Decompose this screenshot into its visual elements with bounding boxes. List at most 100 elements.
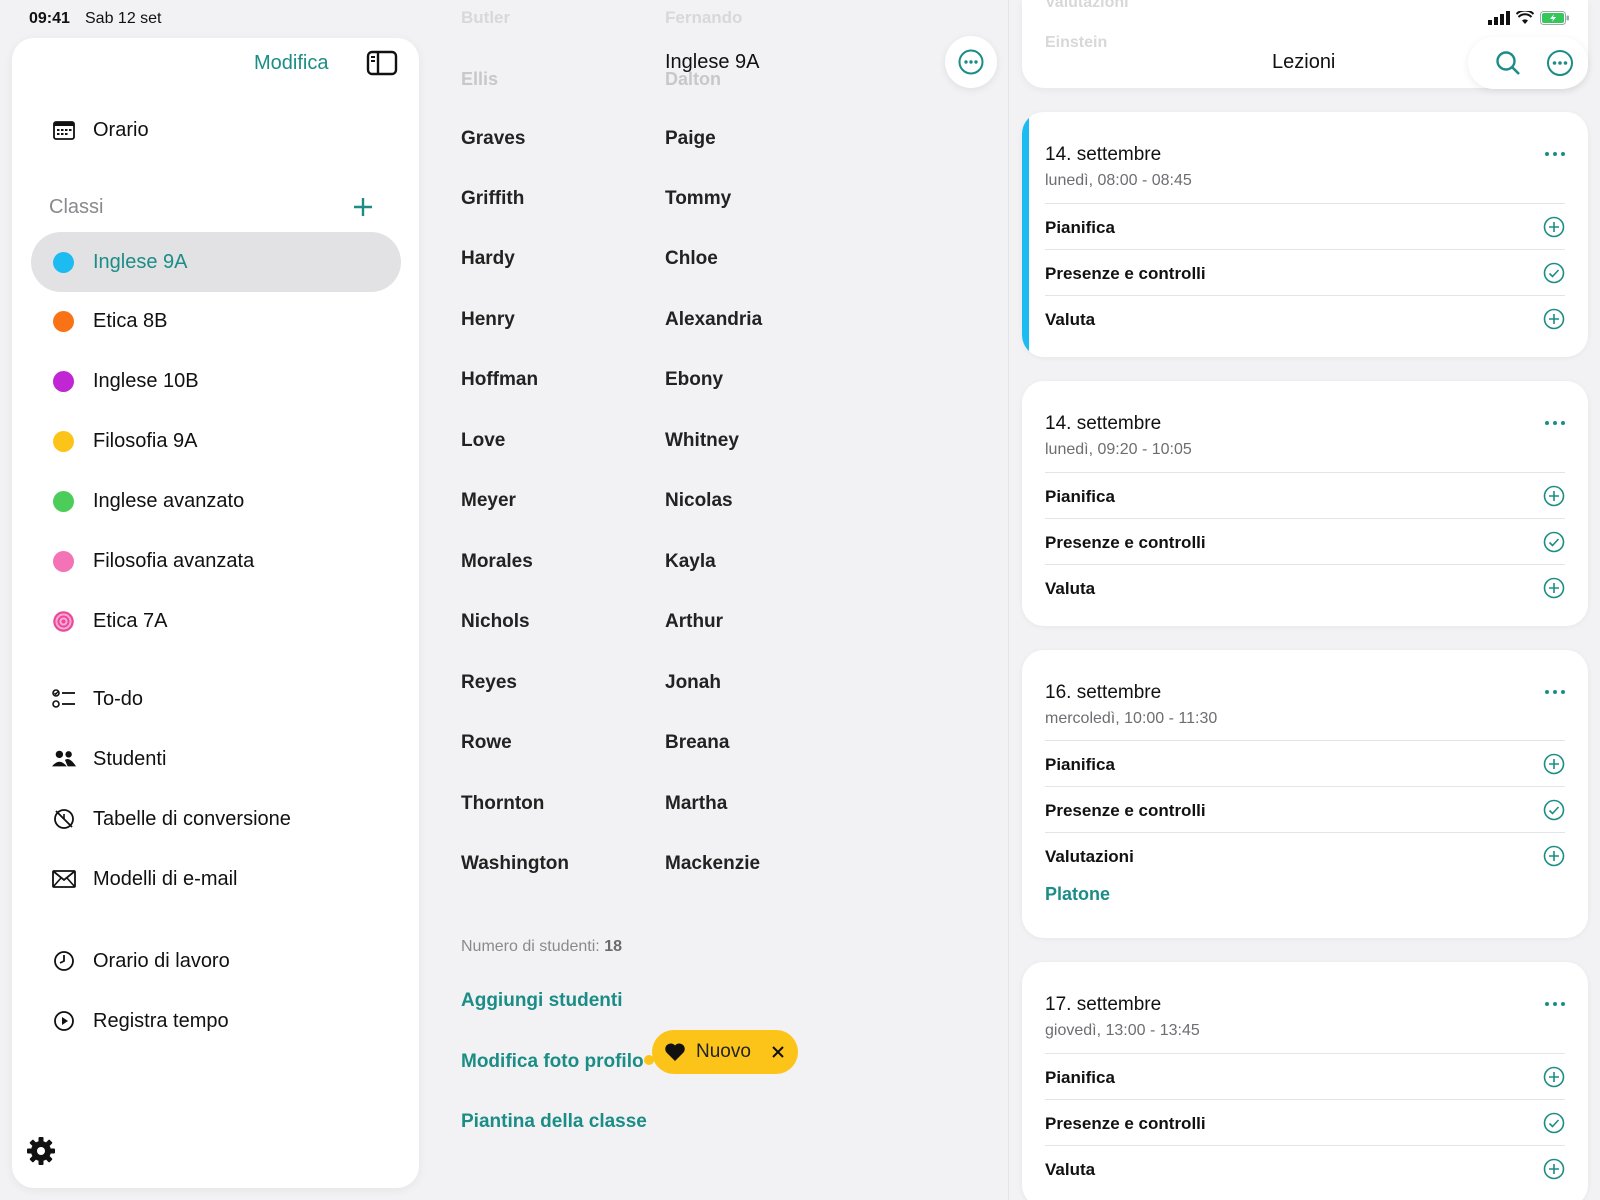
student-row[interactable]: Thornton Martha [461,785,941,825]
lesson-row-label: Presenze e controlli [1045,1114,1206,1133]
lesson-row-presenze[interactable]: Presenze e controlli [1045,786,1565,832]
gear-icon[interactable] [26,1136,56,1166]
more-dots-icon[interactable] [1542,682,1568,702]
check-circle-icon [1543,799,1565,821]
student-last-name: Reyes [461,672,517,693]
student-row[interactable]: Rowe Breana [461,724,941,764]
wifi-icon [1516,11,1534,24]
lesson-time: lunedì, 08:00 - 08:45 [1045,172,1192,189]
lesson-date: 14. settembre [1045,144,1162,165]
calendar-icon [52,118,76,142]
sidebar-item-todo[interactable]: To-do [12,671,419,727]
student-row[interactable]: Washington Mackenzie [461,845,941,885]
student-row[interactable]: Morales Kayla [461,543,941,583]
student-last-name: Morales [461,551,533,572]
more-circle-icon[interactable] [1546,49,1574,77]
clock-icon [52,949,76,973]
class-item-inglese-avanzato[interactable]: Inglese avanzato [31,471,401,531]
student-row[interactable]: Graves Paige [461,120,941,160]
lesson-row-presenze[interactable]: Presenze e controlli [1045,518,1565,564]
lesson-row-label: Valuta [1045,310,1096,329]
lesson-date: 14. settembre [1045,413,1162,434]
class-item-etica-8b[interactable]: Etica 8B [31,291,401,351]
lessons-title: Lezioni [1272,51,1336,73]
lesson-row-label: Pianifica [1045,487,1115,506]
student-last-name: Rowe [461,732,512,753]
lesson-row-pianifica[interactable]: Pianifica [1045,472,1565,518]
sidebar-toggle-icon[interactable] [366,50,398,76]
sidebar-item-registra-tempo[interactable]: Registra tempo [12,993,419,1049]
lesson-time: mercoledì, 10:00 - 11:30 [1045,710,1218,727]
more-dots-icon[interactable] [1542,994,1568,1014]
lesson-row-pianifica[interactable]: Pianifica [1045,1053,1565,1099]
class-item-inglese-10b[interactable]: Inglese 10B [31,351,401,411]
student-row[interactable]: Love Whitney [461,422,941,462]
lesson-row-label: Valutazioni [1045,847,1134,866]
class-item-filosofia-9a[interactable]: Filosofia 9A [31,411,401,471]
class-more-button[interactable] [945,36,997,88]
student-last-name: Love [461,430,506,451]
student-last-name: Meyer [461,490,516,511]
add-students-link[interactable]: Aggiungi studenti [461,990,622,1012]
new-feature-badge[interactable]: Nuovo [652,1030,798,1074]
student-first-name: Paige [665,128,716,149]
student-last-name: Thornton [461,793,545,814]
plus-circle-icon [1543,1066,1565,1088]
class-item-filosofia-avanzata[interactable]: Filosofia avanzata [31,531,401,591]
heart-icon [665,1043,685,1061]
sidebar-item-studenti[interactable]: Studenti [12,731,419,787]
class-item-etica-7a[interactable]: Etica 7A [31,591,401,651]
edit-profile-photo-link[interactable]: Modifica foto profilo [461,1051,644,1073]
sidebar-item-label: Tabelle di conversione [93,807,291,830]
student-first-name: Kayla [665,551,716,572]
student-first-name: Jonah [665,672,721,693]
student-row[interactable]: Griffith Tommy [461,180,941,220]
more-dots-icon[interactable] [1542,413,1568,433]
class-item-inglese-9a[interactable]: Inglese 9A [31,232,401,292]
seating-plan-link[interactable]: Piantina della classe [461,1111,647,1133]
edit-button[interactable]: Modifica [254,52,328,75]
student-last-name: Graves [461,128,526,149]
add-class-icon[interactable] [349,193,377,221]
lesson-row-pianifica[interactable]: Pianifica [1045,203,1565,249]
student-row[interactable]: Reyes Jonah [461,664,941,704]
close-icon[interactable] [769,1043,787,1061]
lesson-row-label: Pianifica [1045,218,1115,237]
student-row[interactable]: Hardy Chloe [461,240,941,280]
lesson-row-valuta[interactable]: Valuta [1045,1145,1565,1191]
class-color-dot [53,550,74,572]
lesson-card[interactable]: 14. settembre lunedì, 09:20 - 10:05 Pian… [1022,381,1588,626]
more-dots-icon[interactable] [1542,144,1568,164]
sidebar-item-modelli-email[interactable]: Modelli di e-mail [12,851,419,907]
sidebar-item-orario-lavoro[interactable]: Orario di lavoro [12,933,419,989]
lesson-card[interactable]: 14. settembre lunedì, 08:00 - 08:45 Pian… [1022,112,1588,357]
lesson-row-valuta[interactable]: Valuta [1045,564,1565,610]
play-icon [52,1009,76,1033]
lesson-row-presenze[interactable]: Presenze e controlli [1045,1099,1565,1145]
student-first-name: Martha [665,793,728,814]
plus-circle-icon [1543,308,1565,330]
lesson-row-pianifica[interactable]: Pianifica [1045,740,1565,786]
lesson-card[interactable]: 16. settembre mercoledì, 10:00 - 11:30 P… [1022,650,1588,938]
sidebar-item-orario[interactable]: Orario [12,102,419,158]
class-label: Inglese avanzato [93,489,245,512]
lesson-time: lunedì, 09:20 - 10:05 [1045,441,1192,458]
lesson-row-label: Pianifica [1045,1068,1115,1087]
student-row[interactable]: Henry Alexandria [461,301,941,341]
sidebar-item-tabelle[interactable]: Tabelle di conversione [12,791,419,847]
ghost-lesson-text: Einstein [1045,34,1108,51]
assessment-link-platone[interactable]: Platone [1045,884,1110,905]
lesson-card[interactable]: 17. settembre giovedì, 13:00 - 13:45 Pia… [1022,962,1588,1200]
student-row[interactable]: Nichols Arthur [461,603,941,643]
student-row[interactable]: Meyer Nicolas [461,482,941,522]
student-row[interactable]: Hoffman Ebony [461,361,941,401]
lesson-row-valuta[interactable]: Valuta [1045,295,1565,341]
search-icon[interactable] [1494,49,1522,77]
status-time: 09:41 [29,10,70,27]
lesson-accent-bar [1022,112,1029,357]
lesson-row-valutazioni[interactable]: Valutazioni [1045,832,1565,878]
plus-circle-icon [1543,216,1565,238]
lesson-date: 17. settembre [1045,994,1162,1015]
lesson-row-label: Presenze e controlli [1045,264,1206,283]
lesson-row-presenze[interactable]: Presenze e controlli [1045,249,1565,295]
